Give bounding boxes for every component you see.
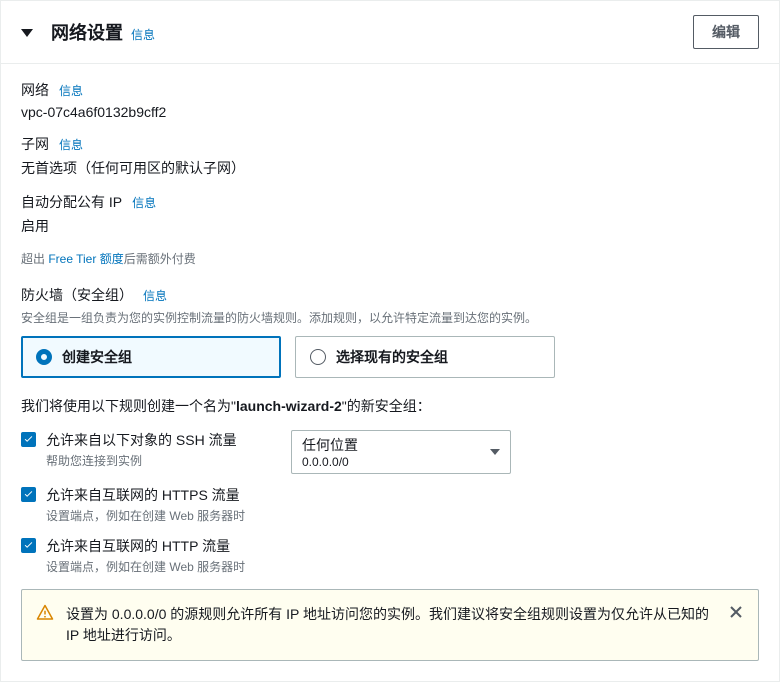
firewall-field: 防火墙（安全组） 信息 安全组是一组负责为您的实例控制流量的防火墙规则。添加规则… — [21, 285, 759, 378]
edit-button[interactable]: 编辑 — [693, 15, 759, 49]
https-checkbox[interactable] — [21, 487, 36, 502]
close-icon[interactable] — [728, 604, 744, 620]
public-ip-label: 自动分配公有 IP — [21, 192, 122, 212]
source-select-value: 0.0.0.0/0 — [302, 455, 358, 469]
chevron-down-icon — [490, 449, 500, 455]
panel-body: 网络 信息 vpc-07c4a6f0132b9cff2 子网 信息 无首选项（任… — [1, 64, 779, 681]
panel-title-row[interactable]: 网络设置 信息 — [21, 19, 155, 45]
info-link[interactable]: 信息 — [59, 82, 83, 99]
http-checkbox-block: 允许来自互联网的 HTTP 流量 设置端点，例如在创建 Web 服务器时 — [21, 536, 759, 575]
check-icon — [23, 489, 34, 500]
caret-down-icon — [21, 29, 33, 37]
free-tier-note: 超出 Free Tier 额度后需额外付费 — [21, 250, 759, 267]
info-link[interactable]: 信息 — [143, 287, 167, 304]
http-rule-label: 允许来自互联网的 HTTP 流量 — [46, 536, 245, 556]
ssh-rule-label: 允许来自以下对象的 SSH 流量 — [46, 430, 237, 450]
http-rule-sub: 设置端点，例如在创建 Web 服务器时 — [46, 558, 245, 575]
subnet-value: 无首选项（任何可用区的默认子网） — [21, 158, 759, 178]
network-value: vpc-07c4a6f0132b9cff2 — [21, 104, 759, 120]
sg-desc-prefix: 我们将使用以下规则创建一个名为" — [21, 398, 236, 414]
source-select-label: 任何位置 — [302, 435, 358, 455]
sg-creation-desc: 我们将使用以下规则创建一个名为"launch-wizard-2"的新安全组： — [21, 396, 759, 416]
free-tier-prefix: 超出 — [21, 252, 48, 266]
check-icon — [23, 434, 34, 445]
ssh-checkbox[interactable] — [21, 432, 36, 447]
sg-desc-suffix: "的新安全组： — [342, 398, 431, 414]
subnet-field: 子网 信息 无首选项（任何可用区的默认子网） — [21, 134, 759, 178]
https-rule-sub: 设置端点，例如在创建 Web 服务器时 — [46, 507, 245, 524]
network-field: 网络 信息 vpc-07c4a6f0132b9cff2 — [21, 80, 759, 120]
ssh-checkbox-block: 允许来自以下对象的 SSH 流量 帮助您连接到实例 — [21, 430, 271, 469]
radio-create-sg[interactable]: 创建安全组 — [21, 336, 281, 378]
info-link[interactable]: 信息 — [132, 194, 156, 211]
firewall-label: 防火墙（安全组） — [21, 285, 133, 305]
ssh-rule-sub: 帮助您连接到实例 — [46, 452, 237, 469]
info-link[interactable]: 信息 — [131, 26, 155, 43]
radio-create-label: 创建安全组 — [62, 347, 132, 367]
firewall-radio-group: 创建安全组 选择现有的安全组 — [21, 336, 759, 378]
https-rule-label: 允许来自互联网的 HTTPS 流量 — [46, 485, 245, 505]
subnet-label: 子网 — [21, 134, 49, 154]
radio-icon — [310, 349, 326, 365]
network-label: 网络 — [21, 80, 49, 100]
sg-name: launch-wizard-2 — [236, 398, 342, 414]
radio-icon — [36, 349, 52, 365]
panel-header: 网络设置 信息 编辑 — [1, 1, 779, 64]
https-checkbox-block: 允许来自互联网的 HTTPS 流量 设置端点，例如在创建 Web 服务器时 — [21, 485, 759, 524]
warning-icon — [36, 604, 54, 622]
http-checkbox[interactable] — [21, 538, 36, 553]
public-ip-value: 启用 — [21, 216, 759, 236]
ssh-source-select[interactable]: 任何位置 0.0.0.0/0 — [291, 430, 511, 474]
free-tier-suffix: 后需额外付费 — [124, 252, 196, 266]
public-ip-field: 自动分配公有 IP 信息 启用 — [21, 192, 759, 236]
alert-text: 设置为 0.0.0.0/0 的源规则允许所有 IP 地址访问您的实例。我们建议将… — [66, 604, 716, 646]
panel-title: 网络设置 — [51, 19, 123, 45]
firewall-desc: 安全组是一组负责为您的实例控制流量的防火墙规则。添加规则，以允许特定流量到达您的… — [21, 309, 759, 326]
security-warning-alert: 设置为 0.0.0.0/0 的源规则允许所有 IP 地址访问您的实例。我们建议将… — [21, 589, 759, 661]
check-icon — [23, 540, 34, 551]
free-tier-link[interactable]: Free Tier 额度 — [48, 252, 123, 266]
info-link[interactable]: 信息 — [59, 136, 83, 153]
network-settings-panel: 网络设置 信息 编辑 网络 信息 vpc-07c4a6f0132b9cff2 子… — [0, 0, 780, 682]
radio-select-sg[interactable]: 选择现有的安全组 — [295, 336, 555, 378]
radio-select-label: 选择现有的安全组 — [336, 347, 448, 367]
ssh-rule-row: 允许来自以下对象的 SSH 流量 帮助您连接到实例 任何位置 0.0.0.0/0 — [21, 430, 759, 481]
